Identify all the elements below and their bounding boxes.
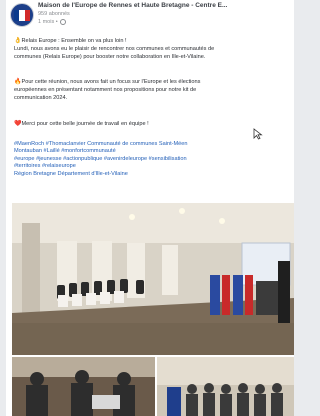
post-photo-main[interactable] xyxy=(12,203,294,355)
post-body-line-3: communes (Relais Europe) pour booster no… xyxy=(14,54,206,60)
post-card: Maison de l'Europe de Rennes et Haute Br… xyxy=(6,0,294,416)
globe-icon xyxy=(59,19,66,25)
followers-count: 959 abonnés xyxy=(38,11,70,17)
meeting-room-photo xyxy=(12,203,294,355)
post-photo-secondary[interactable] xyxy=(12,357,155,416)
hashtag-line[interactable]: #MaenRoch #Thomaclanvier Communauté de c… xyxy=(14,141,286,148)
hashtags-block: #MaenRoch #Thomaclanvier Communauté de c… xyxy=(14,141,286,178)
hashtag-line[interactable]: Région Bretagne Département d'Ille-et-Vi… xyxy=(14,171,286,178)
audience-photo xyxy=(12,357,155,416)
page-avatar[interactable] xyxy=(10,3,34,27)
flag-logo-icon xyxy=(14,9,30,21)
post-body-line-5: européennes en présentant notamment nos … xyxy=(14,87,197,93)
post-meta: 1 mois • xyxy=(38,19,66,25)
post-photo-group[interactable] xyxy=(157,357,294,416)
post-time: 1 mois • xyxy=(38,19,58,25)
post-header: Maison de l'Europe de Rennes et Haute Br… xyxy=(6,0,294,34)
post-body-line-2: Lundi, nous avons eu le plaisir de renco… xyxy=(14,46,215,52)
hashtag-line[interactable]: Montauban #Laillé #monfortcommunauté xyxy=(14,148,286,155)
post-body-line-7: ❤️Merci pour cette belle journée de trav… xyxy=(14,121,149,127)
mouse-cursor-icon xyxy=(253,128,263,140)
page-name-link[interactable]: Maison de l'Europe de Rennes et Haute Br… xyxy=(38,2,288,9)
post-body-line-6: communication 2024. xyxy=(14,95,68,101)
post-body-line-4: 🔥Pour cette réunion, nous avons fait un … xyxy=(14,79,201,85)
post-body-line-1: 👌Relais Europe : Ensemble on va plus loi… xyxy=(14,38,127,44)
hashtag-line[interactable]: #territoires #relaiseurope xyxy=(14,163,286,170)
group-photo xyxy=(157,357,294,416)
hashtag-line[interactable]: #europe #jeunesse #actionpublique #aveni… xyxy=(14,156,286,163)
